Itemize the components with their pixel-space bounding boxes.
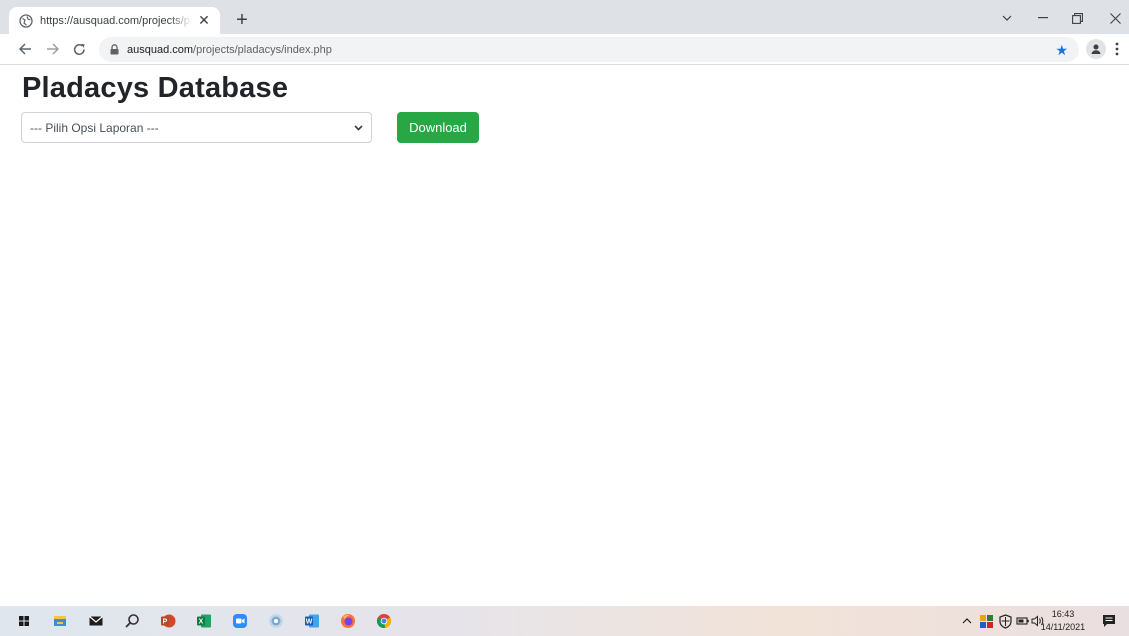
search-icon[interactable]	[124, 613, 140, 629]
firefox-icon[interactable]	[340, 613, 356, 629]
clock-time: 16:43	[1051, 609, 1075, 619]
windows-start-icon[interactable]	[16, 613, 32, 629]
new-tab-icon[interactable]: +	[232, 10, 252, 30]
download-button[interactable]: Download	[397, 112, 479, 143]
powerpoint-icon[interactable]: P	[160, 613, 176, 629]
minimize-icon[interactable]	[1034, 9, 1052, 27]
svg-text:X: X	[199, 619, 204, 626]
excel-icon[interactable]: X	[196, 613, 212, 629]
security-shield-icon[interactable]	[998, 614, 1013, 629]
report-option-selected: --- Pilih Opsi Laporan ---	[30, 120, 159, 135]
forward-arrow-icon[interactable]	[43, 40, 61, 58]
back-arrow-icon[interactable]	[16, 40, 34, 58]
color-app-tray-icon[interactable]	[979, 614, 994, 629]
page-title: Pladacys Database	[22, 72, 289, 104]
report-option-select[interactable]: --- Pilih Opsi Laporan ---	[21, 112, 372, 143]
url-text: ausquad.com/projects/pladacys/index.php	[127, 44, 332, 56]
address-bar[interactable]: ausquad.com/projects/pladacys/index.php …	[99, 37, 1079, 62]
lock-icon	[110, 44, 119, 55]
url-host: ausquad.com	[127, 43, 194, 56]
word-icon[interactable]: W	[304, 613, 320, 629]
taskbar-clock[interactable]: 16:43 14/11/2021	[1037, 608, 1089, 634]
mail-icon[interactable]	[88, 613, 104, 629]
reload-icon[interactable]	[70, 40, 88, 58]
bookmark-star-icon[interactable]: ★	[1055, 42, 1068, 59]
url-path: /projects/pladacys/index.php	[193, 43, 332, 56]
browser-toolbar: ausquad.com/projects/pladacys/index.php …	[0, 34, 1129, 65]
page-content: Pladacys Database --- Pilih Opsi Laporan…	[0, 66, 1129, 606]
clock-date: 14/11/2021	[1040, 622, 1086, 632]
tab-close-icon[interactable]: ✕	[196, 12, 212, 29]
file-explorer-icon[interactable]	[52, 613, 68, 629]
tab-search-chevron-icon[interactable]	[998, 9, 1016, 27]
taskbar: P X W 16:43 14/11/2021	[0, 606, 1129, 636]
svg-text:P: P	[163, 619, 168, 626]
browser-tab[interactable]: https://ausquad.com/projects/pla ✕	[9, 7, 220, 34]
browser-menu-icon[interactable]	[1112, 40, 1122, 58]
tab-title: https://ausquad.com/projects/pla	[40, 14, 192, 27]
notifications-icon[interactable]	[1101, 613, 1117, 629]
show-hidden-icons-chevron-icon[interactable]	[960, 614, 974, 628]
svg-text:W: W	[306, 619, 313, 626]
chrome-icon[interactable]	[376, 613, 392, 629]
close-window-icon[interactable]	[1106, 9, 1124, 27]
chrome-profile-icon[interactable]	[268, 613, 284, 629]
battery-icon[interactable]	[1016, 615, 1030, 627]
restore-icon[interactable]	[1068, 9, 1086, 27]
zoom-icon[interactable]	[232, 613, 248, 629]
chevron-down-icon	[354, 125, 363, 131]
profile-avatar-icon[interactable]	[1086, 39, 1106, 59]
globe-icon	[19, 13, 33, 28]
tab-strip: https://ausquad.com/projects/pla ✕ +	[0, 0, 1129, 34]
